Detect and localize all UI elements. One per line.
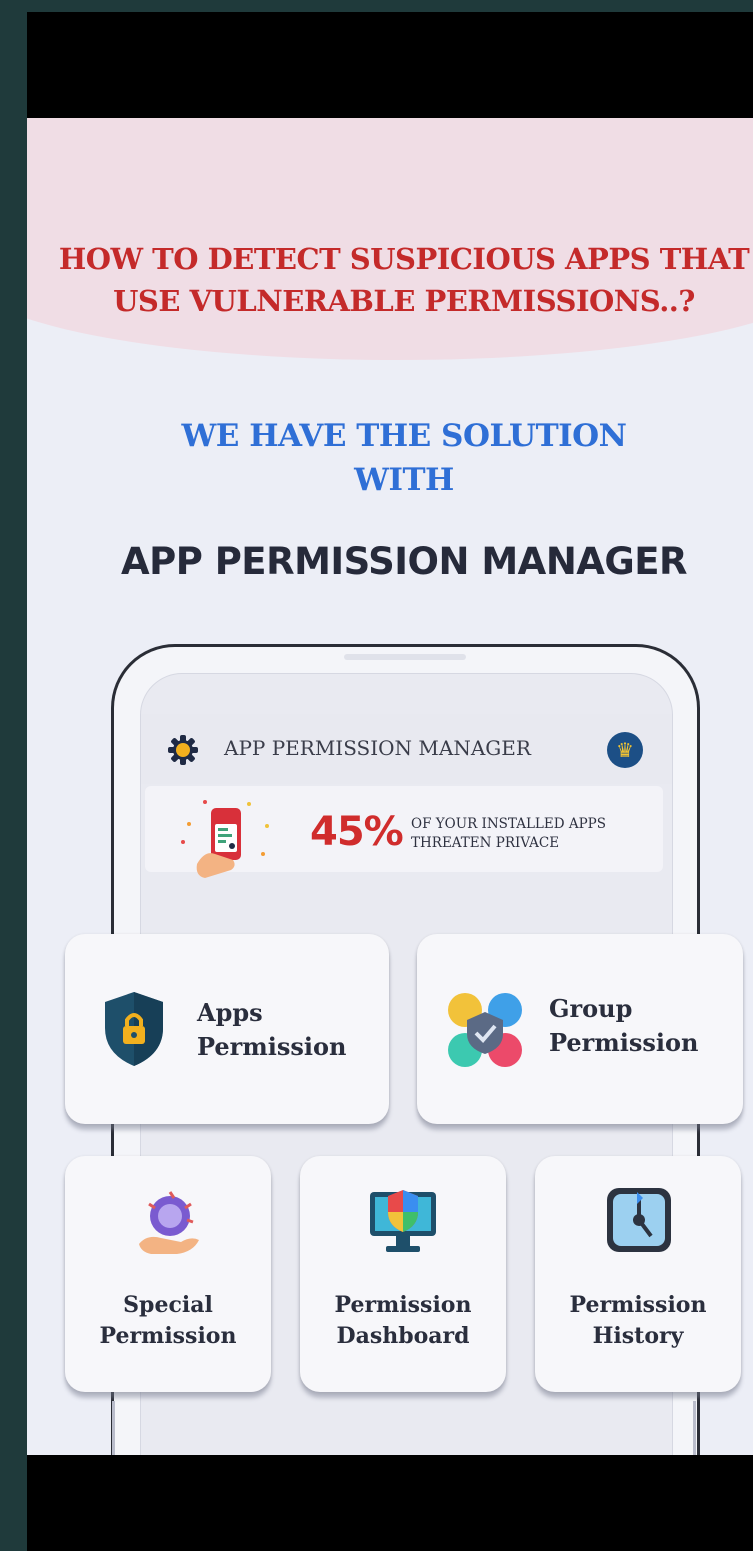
- crown-icon[interactable]: ♛: [607, 732, 643, 768]
- app-header-title: APP PERMISSION MANAGER: [224, 736, 531, 760]
- clock-icon: [607, 1188, 671, 1252]
- phone-edge-left: [112, 1401, 115, 1455]
- permission-dashboard-label: Permission Dashboard: [300, 1290, 506, 1352]
- special-permission-line-2: Permission: [99, 1323, 237, 1349]
- promo-screen: HOW TO DETECT SUSPICIOUS APPS THAT USE V…: [27, 118, 753, 1455]
- permission-history-line-2: History: [592, 1323, 684, 1349]
- threat-text: OF YOUR INSTALLED APPS THREATEN PRIVACE: [411, 815, 606, 853]
- phone-hand-icon: [181, 800, 269, 878]
- phone-edge-right: [693, 1401, 696, 1455]
- group-permission-label: Group Permission: [549, 992, 698, 1060]
- promo-headline: HOW TO DETECT SUSPICIOUS APPS THAT USE V…: [27, 238, 753, 322]
- bottom-bar: [27, 1455, 753, 1551]
- monitor-shield-icon: [370, 1190, 436, 1252]
- permission-dashboard-line-1: Permission: [334, 1292, 472, 1318]
- apps-permission-line-1: Apps: [197, 998, 263, 1027]
- group-permission-card[interactable]: Group Permission: [417, 934, 743, 1124]
- permission-history-line-1: Permission: [569, 1292, 707, 1318]
- threat-percent: 45%: [310, 809, 404, 855]
- app-header: APP PERMISSION MANAGER ♛: [141, 714, 672, 784]
- shield-lock-icon: [105, 992, 163, 1066]
- threat-text-line-2: THREATEN PRIVACE: [411, 835, 560, 851]
- special-permission-label: Special Permission: [65, 1290, 271, 1352]
- threat-text-line-1: OF YOUR INSTALLED APPS: [411, 816, 607, 832]
- group-permission-line-2: Permission: [549, 1028, 699, 1057]
- permission-dashboard-line-2: Dashboard: [336, 1323, 470, 1349]
- stats-banner: 45% OF YOUR INSTALLED APPS THREATEN PRIV…: [145, 786, 663, 878]
- special-permission-card[interactable]: Special Permission: [65, 1156, 271, 1392]
- apps-permission-line-2: Permission: [197, 1032, 347, 1061]
- hand-badge-icon: [139, 1191, 199, 1254]
- top-bar: [27, 12, 753, 118]
- headline-line-2: USE VULNERABLE PERMISSIONS..?: [113, 284, 695, 318]
- permission-history-card[interactable]: Permission History: [535, 1156, 741, 1392]
- special-permission-line-1: Special: [123, 1292, 213, 1318]
- apps-permission-label: Apps Permission: [197, 996, 346, 1064]
- group-permission-line-1: Group: [549, 994, 633, 1023]
- apps-permission-card[interactable]: Apps Permission: [65, 934, 389, 1124]
- solution-line-1: WE HAVE THE SOLUTION: [181, 418, 627, 454]
- solution-text: WE HAVE THE SOLUTION WITH: [27, 414, 753, 502]
- app-name: APP PERMISSION MANAGER: [120, 540, 688, 583]
- headline-line-1: HOW TO DETECT SUSPICIOUS APPS THAT: [58, 242, 750, 276]
- left-frame: [0, 0, 27, 1551]
- phone-speaker: [344, 654, 466, 660]
- permission-history-label: Permission History: [535, 1290, 741, 1352]
- permission-dashboard-card[interactable]: Permission Dashboard: [300, 1156, 506, 1392]
- gear-icon[interactable]: [167, 734, 199, 766]
- group-circles-icon: [448, 993, 522, 1067]
- solution-line-2: WITH: [354, 462, 454, 498]
